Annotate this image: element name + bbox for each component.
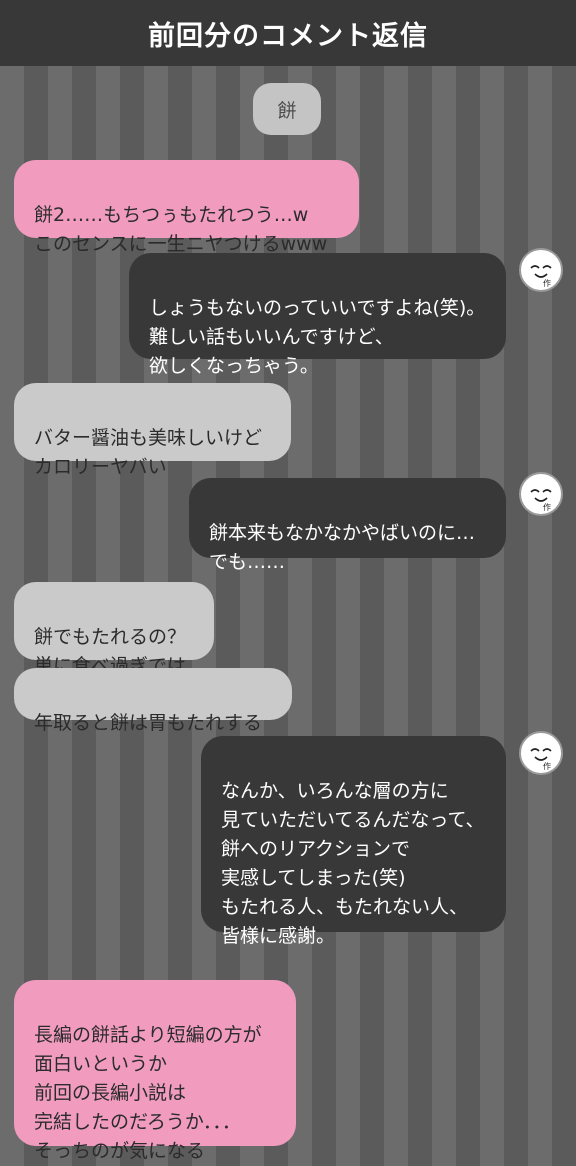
message-text: なんか、いろんな層の方に 見ていただいてるんだなって、 餅へのリアクションで 実… [221,780,485,947]
author-avatar: 作 [519,248,563,292]
chat-message-reader: 年取ると餅は胃もたれする [14,668,292,734]
author-face-icon: 作 [530,489,552,512]
chat-message-reader: バター醤油も美味しいけど カロリーヤバい [14,383,291,478]
author-face-icon: 作 [530,748,552,771]
topic-label: 餅 [253,83,321,135]
author-avatar-label: 作 [543,502,551,512]
topic-label-text: 餅 [277,99,297,122]
page-title: 前回分のコメント返信 [148,20,428,52]
author-avatar: 作 [519,731,563,775]
message-text: バター醤油も美味しいけど カロリーヤバい [34,427,263,478]
message-text: 長編の餅話より短編の方が 面白いというか 前回の長編小説は 完結したのだろうか．… [34,1024,262,1162]
chat-message-reader: 餅でもたれるの？ 単に食べ過ぎでは [14,582,214,677]
chat-message-author: 餅本来もなかなかやばいのに… でも…… [189,478,506,573]
chat-message-reader: 長編の餅話より短編の方が 面白いというか 前回の長編小説は 完結したのだろうか．… [14,980,296,1162]
chat-message-author: なんか、いろんな層の方に 見ていただいてるんだなって、 餅へのリアクションで 実… [201,736,506,947]
author-face-icon: 作 [530,265,552,288]
message-text: 餅2……もちつぅもたれつう…w このセンスに一生ニヤつけるwww [34,204,328,255]
author-avatar-label: 作 [543,278,551,288]
message-text: 年取ると餅は胃もたれする [34,712,263,734]
author-avatar: 作 [519,472,563,516]
chat-message-author: しょうもないのっていいですよね(笑)。 難しい話もいいんですけど、 欲しくなっち… [129,253,506,377]
message-text: 餅本来もなかなかやばいのに… でも…… [209,522,476,573]
author-avatar-label: 作 [543,761,551,771]
message-text: しょうもないのっていいですよね(笑)。 難しい話もいいんですけど、 欲しくなっち… [149,297,486,377]
page-header: 前回分のコメント返信 [0,0,576,66]
chat-message-reader: 餅2……もちつぅもたれつう…w このセンスに一生ニヤつけるwww [14,160,359,255]
